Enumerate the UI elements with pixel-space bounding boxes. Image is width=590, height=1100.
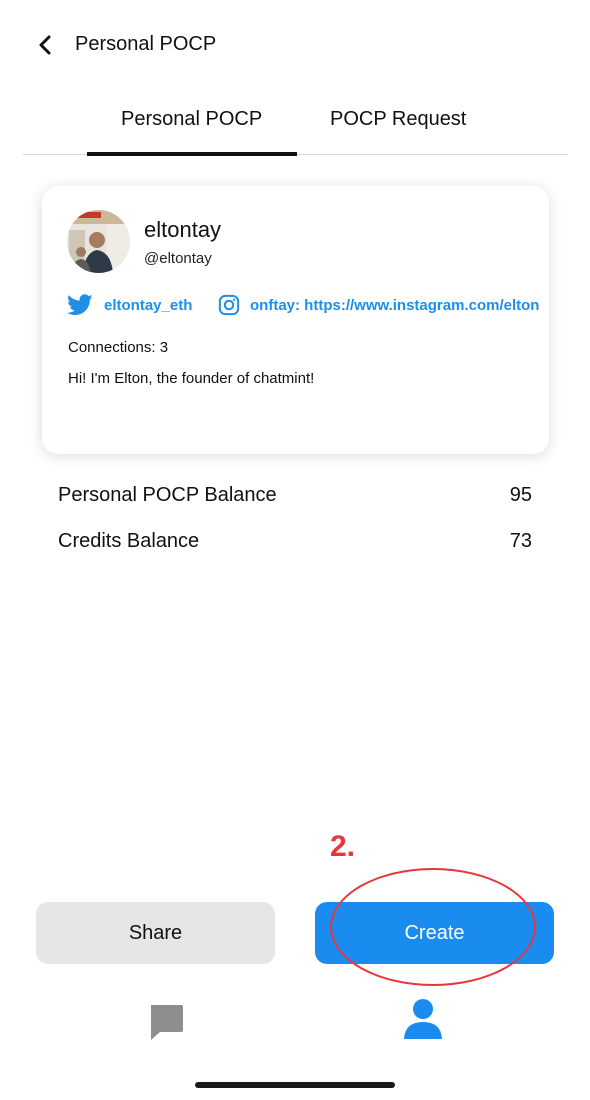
chat-bubble-icon bbox=[151, 1005, 183, 1040]
twitter-icon bbox=[67, 294, 93, 315]
nav-chat-tab[interactable] bbox=[147, 1003, 185, 1043]
instagram-icon bbox=[218, 294, 240, 316]
balance-row-credits: Credits Balance 73 bbox=[58, 530, 532, 558]
social-links: eltontay_eth onftay: https://www.instagr… bbox=[67, 294, 577, 320]
share-button[interactable]: Share bbox=[36, 902, 275, 964]
person-icon bbox=[404, 999, 442, 1039]
twitter-link[interactable]: eltontay_eth bbox=[67, 294, 192, 316]
nav-profile-tab[interactable] bbox=[403, 998, 443, 1040]
avatar-photo bbox=[67, 210, 130, 273]
home-indicator bbox=[195, 1082, 395, 1088]
back-button[interactable] bbox=[34, 33, 58, 57]
page-title: Personal POCP bbox=[75, 33, 217, 55]
active-tab-indicator bbox=[87, 152, 297, 156]
create-button[interactable]: Create bbox=[315, 902, 554, 964]
instagram-link[interactable]: onftay: https://www.instagram.com/elton bbox=[218, 294, 539, 316]
chevron-left-icon bbox=[39, 35, 51, 55]
connections-count: Connections: 3 bbox=[68, 339, 169, 356]
annotation-step-number: 2. bbox=[330, 830, 356, 863]
header: Personal POCP bbox=[0, 0, 590, 90]
balance-row-pocp: Personal POCP Balance 95 bbox=[58, 484, 532, 512]
avatar[interactable] bbox=[67, 210, 130, 273]
instagram-handle: onftay: https://www.instagram.com/elton bbox=[250, 296, 540, 314]
profile-name: eltontay bbox=[144, 217, 222, 242]
balance-label: Credits Balance bbox=[58, 530, 200, 552]
balance-value: 73 bbox=[509, 530, 532, 552]
tab-pocp-request[interactable]: POCP Request bbox=[330, 108, 466, 131]
tab-personal-pocp[interactable]: Personal POCP bbox=[121, 108, 262, 131]
twitter-handle: eltontay_eth bbox=[104, 296, 193, 314]
tab-bar: Personal POCP POCP Request bbox=[23, 100, 568, 156]
balance-value: 95 bbox=[509, 484, 532, 506]
profile-card: eltontay @eltontay eltontay_eth onftay: … bbox=[42, 186, 549, 454]
profile-bio: Hi! I'm Elton, the founder of chatmint! bbox=[68, 370, 315, 387]
profile-handle: @eltontay bbox=[144, 250, 212, 267]
balance-label: Personal POCP Balance bbox=[58, 484, 277, 506]
